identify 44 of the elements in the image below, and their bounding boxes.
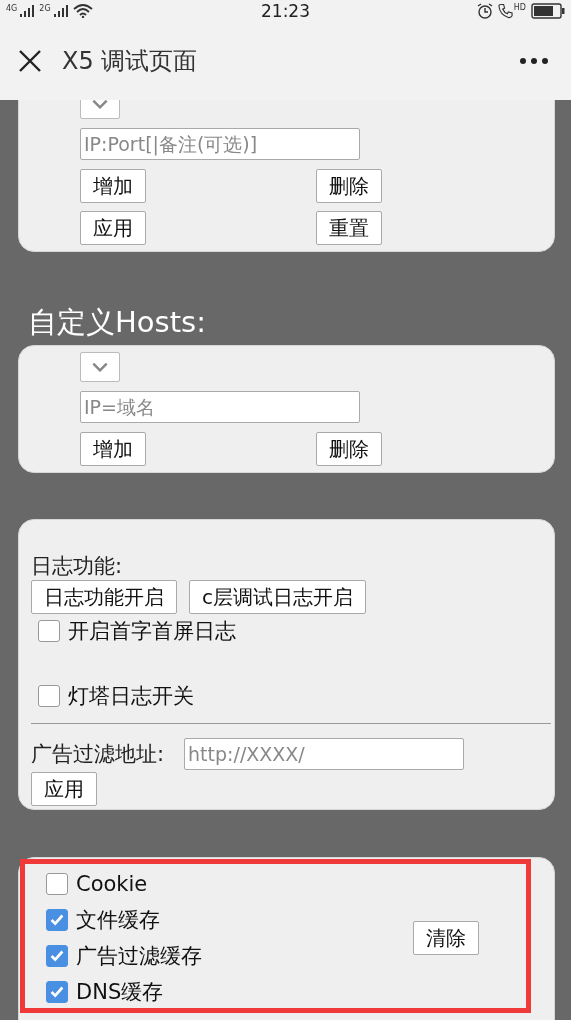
checkbox[interactable]: [46, 873, 68, 895]
close-icon[interactable]: [18, 49, 42, 73]
action-button[interactable]: 应用: [80, 211, 146, 245]
dropdown[interactable]: [80, 352, 120, 382]
url-input[interactable]: http://XXXX/: [184, 738, 465, 770]
section-heading: 自定义Hosts:: [28, 304, 207, 341]
checkbox[interactable]: [46, 945, 68, 967]
checkbox[interactable]: [46, 909, 68, 931]
network-label: 2G: [39, 4, 51, 13]
chevron-icon: [91, 362, 109, 372]
clear-button[interactable]: 清除: [413, 921, 479, 955]
checkbox-label: DNS缓存: [76, 979, 164, 1006]
checkbox-label: 广告过滤缓存: [76, 943, 202, 970]
action-button[interactable]: 增加: [80, 432, 146, 466]
log-button[interactable]: c层调试日志开启: [189, 580, 366, 614]
checkbox[interactable]: [46, 981, 68, 1003]
page-title: X5 调试页面: [62, 46, 199, 77]
network-label: 4G: [6, 4, 18, 13]
checkbox[interactable]: [38, 685, 60, 707]
signal-icon: [20, 5, 37, 17]
field-label: 广告过滤地址:: [31, 741, 165, 768]
checkbox-label: 开启首字首屏日志: [68, 618, 236, 645]
hd-label: HD: [513, 3, 526, 12]
hosts-input[interactable]: IP=域名: [80, 391, 360, 423]
more-icon[interactable]: [519, 57, 549, 65]
proxy-input[interactable]: IP:Port[|备注(可选)]: [80, 128, 360, 160]
action-button[interactable]: 重置: [316, 211, 382, 245]
alarm-icon: [476, 3, 493, 19]
log-button[interactable]: 日志功能开启: [31, 580, 177, 614]
apply-button[interactable]: 应用: [31, 772, 97, 806]
checkbox-label: 文件缓存: [76, 907, 160, 934]
action-button[interactable]: 删除: [316, 169, 382, 203]
action-button[interactable]: 增加: [80, 169, 146, 203]
chevron-icon: [91, 100, 109, 109]
wifi-icon: [72, 4, 93, 18]
checkbox[interactable]: [38, 620, 60, 642]
checkbox-label: Cookie: [76, 872, 148, 896]
battery-icon: [531, 3, 565, 19]
phone-icon: [497, 3, 513, 19]
clock-time: 21:23: [261, 1, 310, 21]
action-button[interactable]: 删除: [316, 432, 382, 466]
checkbox-label: 灯塔日志开关: [68, 683, 194, 710]
signal-icon: [53, 5, 70, 17]
log-label: 日志功能:: [31, 553, 124, 580]
